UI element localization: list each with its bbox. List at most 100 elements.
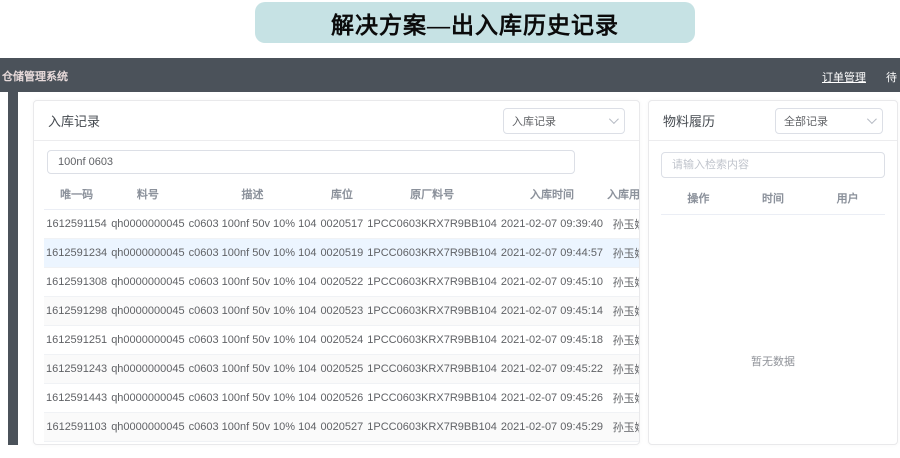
inbound-table-head: 唯一码料号描述库位原厂料号入库时间入库用户	[44, 179, 640, 210]
table-cell: 0020522	[318, 268, 365, 297]
table-cell: 2021-02-07 09:45:10	[499, 268, 605, 297]
record-type-select-value: 入库记录	[512, 113, 556, 129]
table-cell: qh0000000045	[109, 239, 186, 268]
column-header: 入库用户	[605, 179, 640, 210]
table-cell: 0020523	[318, 297, 365, 326]
column-header: 唯一码	[44, 179, 109, 210]
table-row[interactable]: 1612591251qh0000000045c0603 100nf 50v 10…	[44, 326, 640, 355]
table-cell: 1PCC0603KRX7R9BB104	[365, 413, 499, 442]
history-table-header-row: 操作时间用户	[661, 182, 885, 215]
table-cell: 1612591298	[44, 297, 109, 326]
table-cell: c0603 100nf 50v 10% 104	[187, 413, 319, 442]
table-cell: 1PCC0603KRX7R9BB104	[365, 355, 499, 384]
table-cell: 0020520	[318, 442, 365, 446]
table-cell: 孙玉娥	[605, 326, 640, 355]
inbound-table-body: 1612591154qh0000000045c0603 100nf 50v 10…	[44, 210, 640, 446]
table-cell: 1PCC0603KRX7R9BB104	[365, 442, 499, 446]
table-cell: 1PCC0603KRX7R9BB104	[365, 326, 499, 355]
table-row[interactable]: 1612591234qh0000000045c0603 100nf 50v 10…	[44, 239, 640, 268]
table-cell: 0020526	[318, 384, 365, 413]
table-cell: 0020519	[318, 239, 365, 268]
history-panel-title: 物料履历	[663, 111, 715, 130]
column-header: 库位	[318, 179, 365, 210]
table-row[interactable]: 1612591154qh0000000045c0603 100nf 50v 10…	[44, 210, 640, 239]
slide-title-banner: 解决方案—出入库历史记录	[255, 2, 695, 43]
table-cell: c0603 100nf 50v 10% 104	[187, 239, 319, 268]
table-row[interactable]: 1612591243qh0000000045c0603 100nf 50v 10…	[44, 355, 640, 384]
table-cell: 2021-02-07 09:45:29	[499, 413, 605, 442]
app-window: 仓储管理系统 订单管理 待 入库记录 入库记录 唯一码料号描述库位原厂料号	[0, 58, 900, 446]
table-cell: c0603 100nf 50v 10% 104	[187, 297, 319, 326]
table-cell: 2021-02-07 09:44:57	[499, 239, 605, 268]
table-row[interactable]: 1612591308qh0000000045c0603 100nf 50v 10…	[44, 268, 640, 297]
table-cell: qh0000000045	[109, 326, 186, 355]
table-cell: qh0000000045	[109, 355, 186, 384]
table-cell: 0020524	[318, 326, 365, 355]
table-cell: c0603 100nf 50v 10% 104	[187, 210, 319, 239]
nav-item-partial[interactable]: 待	[886, 69, 898, 85]
chevron-down-icon	[609, 114, 619, 124]
table-cell: 孙玉娥	[605, 413, 640, 442]
table-cell: 1PCC0603KRX7R9BB104	[365, 384, 499, 413]
inbound-table-header-row: 唯一码料号描述库位原厂料号入库时间入库用户	[44, 179, 640, 210]
column-header: 料号	[109, 179, 186, 210]
table-cell: 1612591243	[44, 355, 109, 384]
table-cell: 孙玉娥	[605, 442, 640, 446]
table-cell: 1612591308	[44, 268, 109, 297]
slide-title: 解决方案—出入库历史记录	[331, 6, 619, 40]
table-cell: c0603 100nf 50v 10% 104	[187, 355, 319, 384]
table-cell: qh0000000045	[109, 442, 186, 446]
table-row[interactable]: 1612591298qh0000000045c0603 100nf 50v 10…	[44, 297, 640, 326]
table-cell: 孙玉娥	[605, 239, 640, 268]
table-cell: qh0000000045	[109, 297, 186, 326]
history-table-head: 操作时间用户	[661, 182, 885, 215]
nav-item-order-management[interactable]: 订单管理	[822, 69, 866, 85]
record-type-select[interactable]: 入库记录	[503, 108, 625, 134]
table-cell: 孙玉娥	[605, 268, 640, 297]
history-search-input[interactable]	[661, 152, 885, 178]
history-table: 操作时间用户	[661, 182, 885, 215]
inbound-panel-title: 入库记录	[48, 111, 100, 130]
table-cell: c0603 100nf 50v 10% 104	[187, 268, 319, 297]
page: 解决方案—出入库历史记录 仓储管理系统 订单管理 待 入库记录 入库记录	[0, 0, 900, 458]
table-cell: qh0000000045	[109, 413, 186, 442]
column-header: 描述	[187, 179, 319, 210]
table-row[interactable]: 1612591103qh0000000045c0603 100nf 50v 10…	[44, 413, 640, 442]
table-cell: 1612591443	[44, 384, 109, 413]
table-cell: qh0000000045	[109, 268, 186, 297]
table-cell: 0020525	[318, 355, 365, 384]
inbound-records-panel: 入库记录 入库记录 唯一码料号描述库位原厂料号入库时间入库用户 16125911…	[33, 100, 640, 445]
table-cell: 孙玉娥	[605, 384, 640, 413]
table-cell: 孙玉娥	[605, 297, 640, 326]
table-cell: 1612591330	[44, 442, 109, 446]
history-panel-header: 物料履历 全部记录	[649, 101, 897, 141]
content-area: 入库记录 入库记录 唯一码料号描述库位原厂料号入库时间入库用户 16125911…	[0, 92, 900, 446]
table-cell: 0020527	[318, 413, 365, 442]
app-brand: 仓储管理系统	[2, 68, 68, 84]
material-history-panel: 物料履历 全部记录 操作时间用户 暂无数据	[648, 100, 898, 445]
table-cell: 1612591251	[44, 326, 109, 355]
inbound-search-input[interactable]	[47, 150, 575, 174]
table-cell: 1PCC0603KRX7R9BB104	[365, 210, 499, 239]
table-cell: 1612591154	[44, 210, 109, 239]
table-cell: 2021-02-07 09:45:18	[499, 326, 605, 355]
history-filter-select[interactable]: 全部记录	[775, 108, 883, 134]
table-cell: c0603 100nf 50v 10% 104	[187, 442, 319, 446]
column-header: 原厂料号	[365, 179, 499, 210]
table-row[interactable]: 1612591443qh0000000045c0603 100nf 50v 10…	[44, 384, 640, 413]
table-cell: 1PCC0603KRX7R9BB104	[365, 239, 499, 268]
top-navbar: 仓储管理系统 订单管理 待	[0, 58, 900, 92]
table-row[interactable]: 1612591330qh0000000045c0603 100nf 50v 10…	[44, 442, 640, 446]
empty-data-text: 暂无数据	[649, 353, 897, 369]
table-cell: 1612591103	[44, 413, 109, 442]
collapsed-sidebar	[8, 92, 18, 445]
table-cell: 2021-02-07 09:39:40	[499, 210, 605, 239]
table-cell: c0603 100nf 50v 10% 104	[187, 326, 319, 355]
table-cell: 2021-02-07 09:45:14	[499, 297, 605, 326]
table-cell: 1PCC0603KRX7R9BB104	[365, 268, 499, 297]
table-cell: 2021-02-07 09:45:22	[499, 355, 605, 384]
table-cell: 2021-02-07 09:45:3	[499, 442, 605, 446]
table-cell: 1PCC0603KRX7R9BB104	[365, 297, 499, 326]
column-header: 用户	[810, 182, 885, 215]
chevron-down-icon	[867, 114, 877, 124]
